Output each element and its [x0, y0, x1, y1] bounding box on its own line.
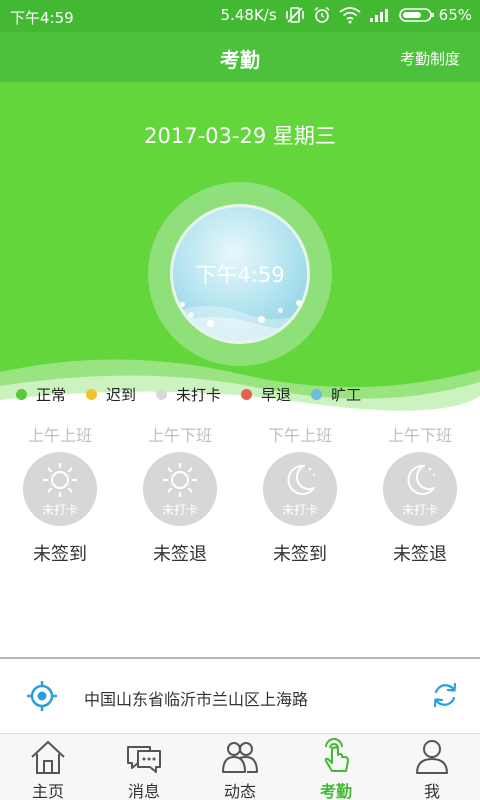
network-speed: 5.48K/s — [220, 6, 277, 24]
hero-panel: 2017-03-29 星期三 下午4:59 — [0, 82, 480, 422]
legend-label: 未打卡 — [176, 386, 222, 404]
shift-afternoon-in[interactable]: 下午上班 未打卡 未签到 — [240, 422, 360, 566]
shift-status-circle: 未打卡 — [143, 452, 217, 526]
shift-status-circle: 未打卡 — [383, 452, 457, 526]
sun-icon — [163, 463, 197, 497]
legend-label: 旷工 — [331, 386, 362, 404]
shift-status: 未签到 — [33, 544, 87, 565]
shift-circle-label: 未打卡 — [401, 503, 438, 517]
clock-time: 下午4:59 — [195, 263, 285, 287]
sparkle-dot — [258, 316, 265, 323]
shift-title: 下午上班 — [267, 426, 332, 445]
sparkle-dot — [207, 320, 214, 327]
shift-circle-label: 未打卡 — [41, 503, 78, 517]
tap-icon — [324, 738, 349, 772]
nav-item-feed[interactable]: 动态 — [192, 734, 288, 800]
nav-item-messages[interactable]: 消息 — [96, 734, 192, 800]
legend-item-late: 迟到 — [86, 384, 136, 405]
nav-label: 我 — [423, 782, 440, 800]
shift-status: 未签退 — [153, 544, 207, 565]
nav-label: 动态 — [223, 782, 256, 800]
nav-item-me[interactable]: 我 — [384, 734, 480, 800]
message-icon — [127, 746, 161, 773]
shift-circle-label: 未打卡 — [281, 503, 318, 517]
sun-icon — [43, 463, 77, 497]
moon-icon — [287, 464, 315, 495]
legend-item-missed: 未打卡 — [156, 384, 221, 405]
nav-label: 消息 — [127, 782, 160, 800]
current-date: 2017-03-29 星期三 — [144, 124, 336, 148]
shift-status: 未签到 — [273, 544, 327, 565]
sparkle-dot — [188, 312, 194, 318]
sparkle-dot — [296, 300, 302, 306]
refresh-icon[interactable] — [430, 680, 460, 710]
bottom-nav: 主页 消息 动态 考勤 我 — [0, 734, 480, 800]
shift-circle-label: 未打卡 — [161, 503, 198, 517]
shift-title: 上午下班 — [147, 426, 212, 445]
title-bar: 考勤 考勤制度 — [0, 32, 480, 82]
attendance-rules-link[interactable]: 考勤制度 — [400, 48, 460, 69]
user-icon — [416, 740, 448, 774]
legend-label: 迟到 — [106, 386, 137, 404]
legend-dot — [241, 389, 253, 400]
status-legend: 正常 迟到 未打卡 早退 旷工 — [16, 384, 361, 405]
shift-morning-out[interactable]: 上午下班 未打卡 未签退 — [120, 422, 240, 566]
legend-item-early-leave: 早退 — [241, 384, 291, 405]
shift-status-circle: 未打卡 — [263, 452, 337, 526]
signal-icon — [369, 9, 388, 22]
sparkle-dot — [180, 302, 185, 307]
shift-status: 未签退 — [393, 544, 447, 565]
shift-title: 上午上班 — [27, 426, 92, 445]
shift-afternoon-out[interactable]: 上午下班 未打卡 未签退 — [360, 422, 480, 566]
battery-indicator: 65% — [398, 6, 472, 24]
alarm-icon — [314, 6, 330, 23]
battery-icon — [398, 8, 434, 22]
status-time: 下午4:59 — [10, 9, 74, 27]
nav-label: 主页 — [31, 782, 64, 800]
legend-dot — [86, 389, 98, 400]
sparkle-dot — [278, 308, 283, 313]
shift-title: 上午下班 — [387, 426, 452, 445]
vibrate-off-icon — [285, 7, 304, 23]
nav-item-home[interactable]: 主页 — [0, 734, 96, 800]
legend-label: 正常 — [36, 386, 67, 404]
wifi-icon — [339, 7, 361, 24]
people-icon — [222, 742, 258, 773]
battery-percent: 65% — [438, 6, 472, 24]
nav-item-attendance[interactable]: 考勤 — [288, 734, 384, 800]
shift-morning-in[interactable]: 上午上班 未打卡 未签到 — [0, 422, 120, 566]
legend-item-absent: 旷工 — [311, 384, 361, 405]
current-address: 中国山东省临沂市兰山区上海路 — [84, 690, 309, 709]
home-icon — [31, 741, 65, 774]
legend-dot — [16, 389, 27, 400]
legend-label: 早退 — [261, 386, 292, 404]
location-bar: 中国山东省临沂市兰山区上海路 — [0, 659, 480, 733]
legend-dot — [311, 389, 323, 400]
shift-status-circle: 未打卡 — [23, 452, 97, 526]
status-bar: 下午4:59 5.48K/s 65% — [0, 0, 480, 32]
punch-clock-button[interactable]: 下午4:59 — [170, 204, 310, 344]
legend-dot — [156, 389, 168, 400]
legend-item-normal: 正常 — [16, 384, 66, 405]
location-target-icon[interactable] — [26, 680, 58, 712]
moon-icon — [407, 464, 435, 495]
nav-label: 考勤 — [319, 782, 352, 800]
